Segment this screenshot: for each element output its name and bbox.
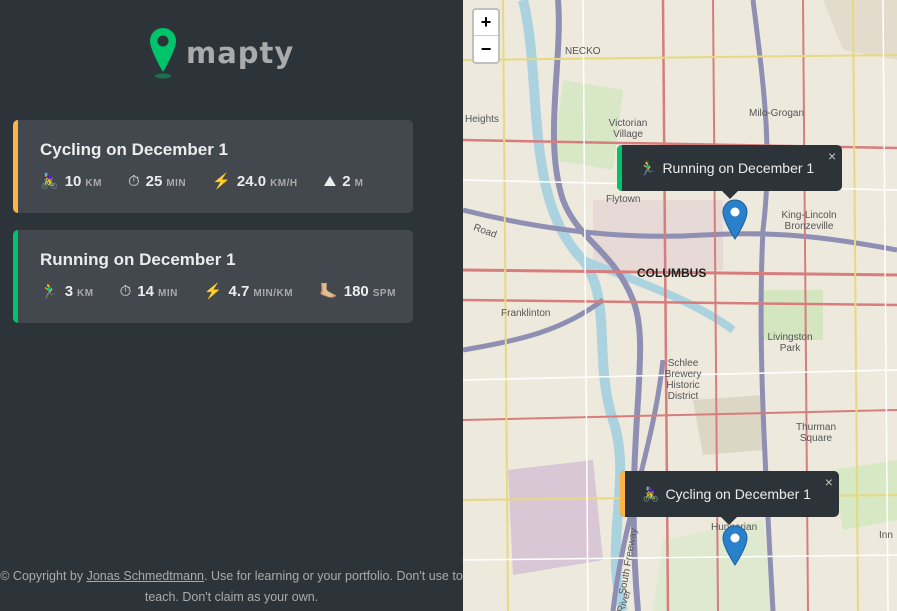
detail-unit: min xyxy=(166,178,187,189)
app: mapty Cycling on December 1 🚴‍♀️ 10 km ⏱… xyxy=(0,0,897,611)
foot-icon: 🦶🏼 xyxy=(319,283,338,300)
popup-text: Cycling on December 1 xyxy=(665,486,811,502)
zoom-out-button[interactable]: − xyxy=(474,36,498,62)
detail-value: 2 xyxy=(342,173,351,190)
workout-detail-elevation: ⛰ 2 m xyxy=(324,173,364,190)
workout-detail-cadence: 🦶🏼 180 spm xyxy=(319,282,396,300)
cyclist-icon: 🚴‍♀️ xyxy=(642,485,660,502)
footer-prefix: © Copyright by xyxy=(0,569,87,583)
zoom-control: + − xyxy=(472,8,500,64)
map-label-columbus: COLUMBUS xyxy=(637,266,707,280)
detail-unit: spm xyxy=(372,288,396,299)
map-label-thurman-square: Thurman Square xyxy=(795,422,836,444)
detail-unit: km xyxy=(85,178,102,189)
sidebar: mapty Cycling on December 1 🚴‍♀️ 10 km ⏱… xyxy=(0,0,463,611)
detail-unit: km xyxy=(77,288,94,299)
lightning-icon: ⚡️ xyxy=(203,283,223,300)
map-label-victorian-village: Victorian Village xyxy=(608,118,648,140)
stopwatch-icon: ⏱ xyxy=(127,173,140,190)
map-label-king-lincoln: King-Lincoln Bronzeville xyxy=(781,210,837,232)
detail-unit: min/km xyxy=(253,288,294,299)
zoom-in-button[interactable]: + xyxy=(474,10,498,36)
copyright-footer: © Copyright by Jonas Schmedtmann. Use fo… xyxy=(0,566,463,608)
map-label-franklinton: Franklinton xyxy=(501,308,551,319)
map-marker-icon[interactable] xyxy=(722,525,748,567)
workout-title: Running on December 1 xyxy=(40,250,236,269)
workout-card-running[interactable]: Running on December 1 🏃‍♂️ 3 km ⏱ 14 min… xyxy=(13,230,413,323)
mountain-icon: ⛰ xyxy=(323,173,337,190)
detail-value: 4.7 xyxy=(228,283,250,300)
map-label-inn: Inn xyxy=(879,530,893,541)
popup-close-button[interactable]: × xyxy=(825,474,833,490)
workout-details: 🏃‍♂️ 3 km ⏱ 14 min ⚡️ 4.7 min/km xyxy=(40,282,413,300)
author-link[interactable]: Jonas Schmedtmann xyxy=(87,569,204,583)
detail-unit: min xyxy=(157,288,178,299)
map-marker-icon[interactable] xyxy=(722,199,748,241)
workout-detail-pace: ⚡️ 4.7 min/km xyxy=(204,282,293,300)
stopwatch-icon: ⏱ xyxy=(119,283,132,300)
detail-value: 10 xyxy=(64,173,82,190)
map-label-livingston-park: Livingston Park xyxy=(767,332,813,354)
detail-value: 14 xyxy=(137,283,154,300)
popup-close-button[interactable]: × xyxy=(828,148,836,164)
workout-detail-distance: 🚴‍♀️ 10 km xyxy=(40,172,102,190)
map-tiles[interactable] xyxy=(463,0,897,611)
runner-icon: 🏃‍♂️ xyxy=(40,283,59,300)
workout-detail-duration: ⏱ 14 min xyxy=(120,283,178,300)
map[interactable]: NECKO Heights Victorian Village Milo-Gro… xyxy=(463,0,897,611)
runner-icon: 🏃‍♂️ xyxy=(639,159,657,176)
map-pin-logo-icon xyxy=(150,28,176,79)
logo-text: mapty xyxy=(186,36,295,70)
workout-card-cycling[interactable]: Cycling on December 1 🚴‍♀️ 10 km ⏱ 25 mi… xyxy=(13,120,413,213)
detail-value: 24.0 xyxy=(236,173,267,190)
workout-list: Cycling on December 1 🚴‍♀️ 10 km ⏱ 25 mi… xyxy=(13,120,413,340)
detail-value: 3 xyxy=(64,283,74,300)
workout-detail-speed: ⚡️ 24.0 km/h xyxy=(212,172,297,190)
detail-unit: km/h xyxy=(270,178,298,189)
detail-unit: m xyxy=(354,178,364,189)
popup-cycling[interactable]: 🚴‍♀️ Cycling on December 1 × xyxy=(620,471,839,525)
map-label-necko: NECKO xyxy=(565,46,601,57)
workout-details: 🚴‍♀️ 10 km ⏱ 25 min ⚡️ 24.0 km/h xyxy=(40,172,413,190)
workout-detail-distance: 🏃‍♂️ 3 km xyxy=(40,282,94,300)
popup-running[interactable]: 🏃‍♂️ Running on December 1 × xyxy=(617,145,843,199)
logo: mapty xyxy=(148,26,294,80)
popup-text: Running on December 1 xyxy=(662,160,815,176)
detail-value: 25 xyxy=(145,173,163,190)
map-label-milo-grogan: Milo-Grogan xyxy=(749,108,805,119)
lightning-icon: ⚡️ xyxy=(212,173,231,190)
map-label-heights: Heights xyxy=(465,114,499,125)
detail-value: 180 xyxy=(343,283,369,300)
map-label-schlee-brewery: Schlee Brewery Historic District xyxy=(664,358,702,402)
workout-title: Cycling on December 1 xyxy=(40,140,229,159)
workout-detail-duration: ⏱ 25 min xyxy=(128,173,186,190)
cyclist-icon: 🚴‍♀️ xyxy=(40,173,59,190)
map-label-flytown: Flytown xyxy=(606,194,641,205)
